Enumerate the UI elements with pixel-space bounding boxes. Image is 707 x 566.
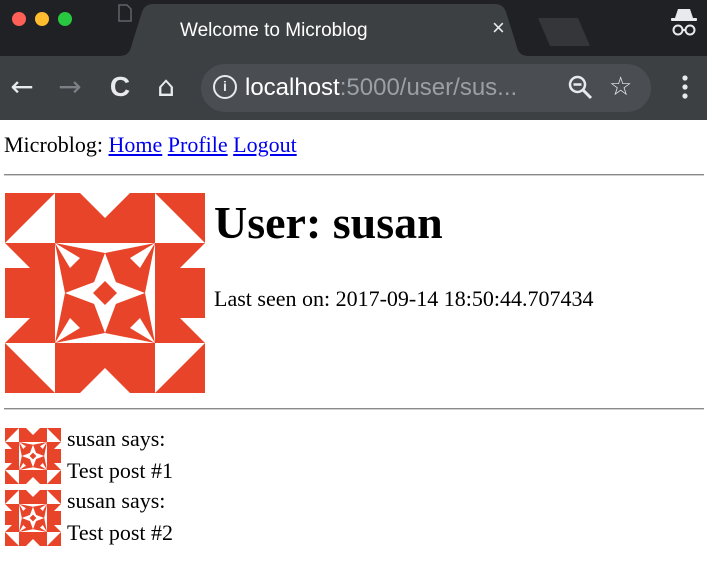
menu-icon[interactable]	[678, 70, 692, 104]
post-body: Test post #1	[67, 458, 174, 483]
url-text[interactable]: localhost:5000/user/sus...	[245, 74, 517, 102]
page-favicon-icon	[118, 4, 132, 22]
url-path: :5000/user/sus...	[339, 74, 518, 101]
forward-icon[interactable]: →	[54, 70, 86, 104]
user-avatar	[5, 193, 205, 393]
last-seen-text: Last seen on: 2017-09-14 18:50:44.707434	[214, 286, 594, 311]
post-item: susan says: Test post #1	[5, 424, 605, 484]
post-author: susan says:	[67, 426, 166, 451]
divider	[4, 408, 704, 410]
home-icon[interactable]: ⌂	[150, 70, 182, 104]
browser-titlebar: Welcome to Microblog ×	[0, 0, 707, 56]
divider	[4, 174, 704, 176]
tab-title: Welcome to Microblog	[180, 20, 368, 41]
nav-logout-link[interactable]: Logout	[233, 132, 297, 157]
post-avatar	[5, 428, 61, 484]
minimize-window-button[interactable]	[35, 12, 49, 26]
nav-home-link[interactable]: Home	[109, 132, 163, 157]
url-host: localhost	[245, 74, 340, 101]
site-nav: Microblog: Home Profile Logout	[4, 132, 297, 158]
brand-label: Microblog:	[4, 132, 103, 157]
info-icon[interactable]: i	[213, 75, 237, 99]
address-bar[interactable]: i localhost:5000/user/sus... ☆	[201, 64, 651, 112]
post-author: susan says:	[67, 488, 166, 513]
page-content: Microblog: Home Profile Logout User: sus…	[0, 120, 707, 566]
zoom-icon[interactable]	[567, 74, 593, 100]
new-tab-button[interactable]	[530, 16, 594, 48]
browser-toolbar: ← → C ⌂ i localhost:5000/user/sus... ☆	[0, 56, 707, 120]
star-icon[interactable]: ☆	[609, 72, 632, 102]
tab-close-icon[interactable]: ×	[492, 16, 505, 40]
incognito-icon	[671, 9, 697, 36]
post-avatar	[5, 490, 61, 546]
close-window-button[interactable]	[12, 12, 26, 26]
post-item: susan says: Test post #2	[5, 486, 605, 546]
back-icon[interactable]: ←	[6, 70, 38, 104]
page-title: User: susan	[214, 197, 443, 248]
browser-tab[interactable]: Welcome to Microblog ×	[118, 4, 530, 56]
maximize-window-button[interactable]	[58, 12, 72, 26]
nav-profile-link[interactable]: Profile	[168, 132, 228, 157]
reload-icon[interactable]: C	[104, 70, 136, 104]
post-body: Test post #2	[67, 520, 174, 545]
